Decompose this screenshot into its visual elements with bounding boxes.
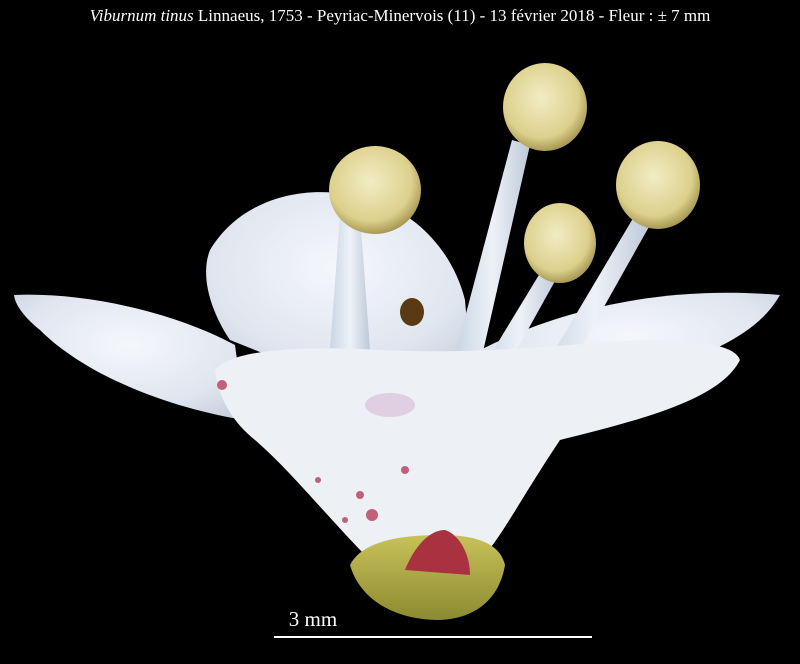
anther-2 [503,63,587,151]
scale-bar [274,636,592,638]
pink-blush [365,393,415,417]
scale-label: 3 mm [288,607,338,631]
petal-spot [400,298,424,326]
flower-photo [14,63,780,620]
anther-4 [616,141,700,229]
anther-1 [329,146,421,234]
front-petal [215,340,740,560]
anther-3 [524,203,596,283]
left-petal [14,294,245,420]
